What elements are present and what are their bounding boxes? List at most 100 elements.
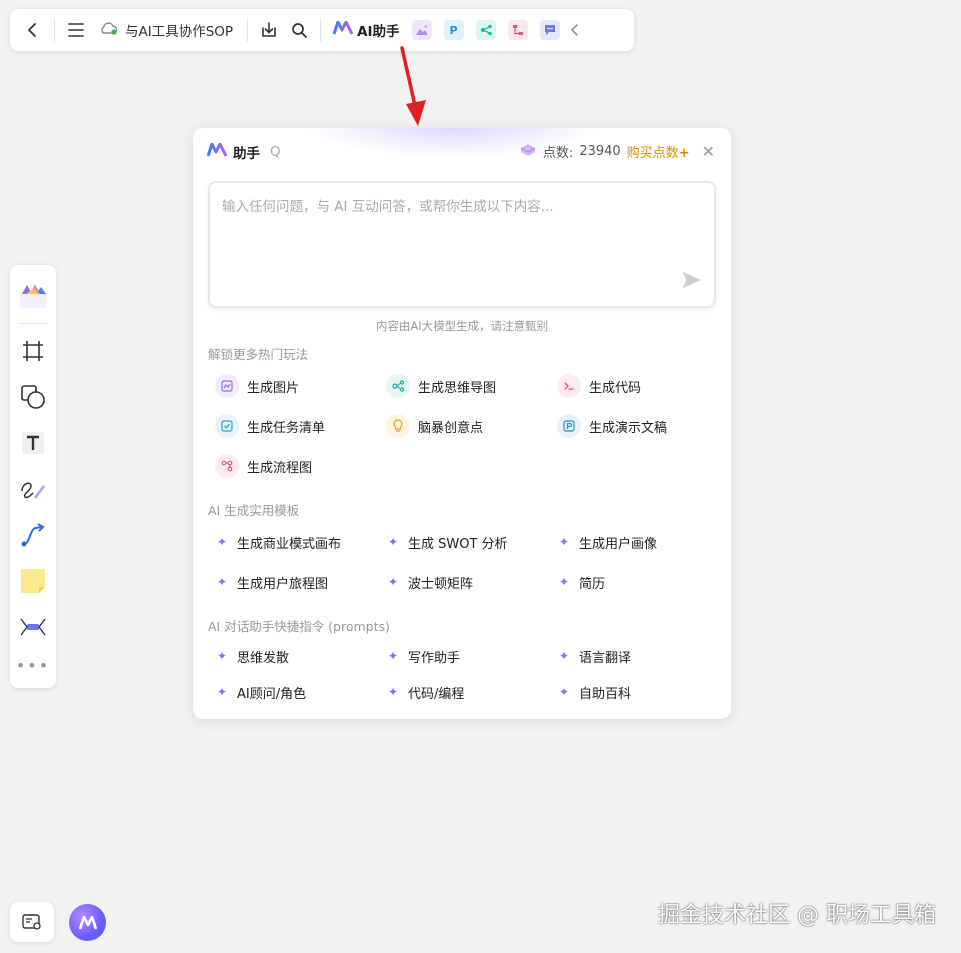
document-title-text: 与AI工具协作SOP [125,24,234,40]
image-icon [215,374,239,398]
close-icon[interactable]: ✕ [702,142,715,161]
templates-grid: ✦ 生成商业模式画布 ✦ 生成 SWOT 分析 ✦ 生成用户画像 ✦ 生成用户旅程图 ✦… [215,524,715,600]
section-prompts-title: AI 对话助手快捷指令 (prompts) [208,619,390,634]
lightbulb-icon [386,414,410,438]
feature-generate-flowchart[interactable]: 生成流程图 [215,446,386,486]
template-item[interactable]: ✦ 生成商业模式画布 [215,524,386,560]
sparkle-icon: ✦ [387,649,399,663]
pen-icon[interactable] [15,471,51,507]
frame-icon[interactable] [15,333,51,369]
sticky-note-icon[interactable] [15,563,51,599]
prompt-label: 思维发散 [237,650,290,666]
template-label: 简历 [579,576,606,592]
sparkle-icon: ✦ [387,685,399,699]
feature-generate-mindmap[interactable]: 生成思维导图 [386,366,557,406]
prompt-item[interactable]: ✦ 思维发散 [215,638,386,674]
cloud-synced-icon [99,21,119,39]
buy-points-label: 购买点数 [626,146,679,161]
prompt-input[interactable] [210,183,714,306]
top-toolbar: 与AI工具协作SOP AI助手 P [10,9,634,51]
prompt-item[interactable]: ✦ AI顾问/角色 [215,674,386,710]
document-title[interactable]: 与AI工具协作SOP [91,20,241,40]
sparkle-icon: ✦ [387,535,399,549]
watermark: 掘金技术社区 @ 职场工具箱 [658,903,936,928]
hot-features-grid: 生成图片 生成思维导图 生成代码 生成任务清单 脑暴创意点 生成演示文稿 生成流… [215,366,715,486]
template-label: 波士顿矩阵 [408,576,474,592]
presentation-icon [557,414,581,438]
ai-logo-icon [332,20,354,39]
points-bar: 点数: 23940 购买点数+ ✕ [519,142,715,161]
more-icon[interactable]: ••• [15,655,51,675]
prompt-label: AI顾问/角色 [237,686,307,702]
points-value: 23940 [579,144,621,159]
template-label: 生成商业模式画布 [237,536,342,552]
sparkle-icon: ✦ [558,575,570,589]
prompt-item[interactable]: ✦ 语言翻译 [557,638,715,674]
template-item[interactable]: ✦ 简历 [557,564,715,600]
shape-icon[interactable] [15,379,51,415]
prompt-item[interactable]: ✦ 代码/编程 [386,674,557,710]
collapse-chevron-icon[interactable] [566,15,584,45]
divider [19,323,47,324]
points-gem-icon [519,143,537,161]
feature-label: 生成演示文稿 [589,420,668,436]
menu-icon[interactable] [61,15,91,45]
prompt-item[interactable]: ✦ 写作助手 [386,638,557,674]
ai-disclaimer: 内容由AI大模型生成，请注意甄别 [375,319,549,333]
sparkle-icon: ✦ [216,649,228,663]
feature-generate-tasklist[interactable]: 生成任务清单 [215,406,386,446]
template-label: 生成用户画像 [579,536,658,552]
checklist-icon [215,414,239,438]
presentation-app-icon[interactable]: P [443,20,464,40]
image-app-icon[interactable] [411,20,432,40]
left-toolbar: ••• [10,265,56,688]
feature-generate-image[interactable]: 生成图片 [215,366,386,406]
mindmap-app-icon[interactable] [475,20,496,40]
back-icon[interactable] [18,15,48,45]
feature-label: 脑暴创意点 [418,420,484,436]
download-icon[interactable] [254,15,284,45]
ai-logo-icon [206,142,228,161]
template-item[interactable]: ✦ 生成 SWOT 分析 [386,524,557,560]
prompt-item[interactable]: ✦ 自助百科 [557,674,715,710]
chat-app-icon[interactable] [539,20,560,40]
feature-label: 生成思维导图 [418,380,497,396]
feature-brainstorm[interactable]: 脑暴创意点 [386,406,557,446]
buy-points-link[interactable]: 购买点数+ [627,142,690,161]
mindmap-tool-icon[interactable] [15,609,51,645]
feature-label: 生成流程图 [247,460,313,476]
sparkle-icon: ✦ [558,649,570,663]
divider [54,18,55,42]
feature-generate-presentation[interactable]: 生成演示文稿 [557,406,715,446]
prompt-label: 语言翻译 [579,650,632,666]
prompt-input-box [208,181,716,308]
panel-title-suffix: Q [270,144,281,160]
flowchart-icon [215,454,239,478]
prompt-label: 代码/编程 [408,686,465,702]
minimap-button[interactable] [10,902,54,942]
buy-points-plus: + [678,146,690,161]
ai-assistant-panel: 助手 Q 点数: 23940 购买点数+ ✕ 内容由AI大模型生成，请注意甄别 … [193,128,731,719]
feature-label: 生成代码 [589,380,642,396]
connector-icon[interactable] [15,517,51,553]
sparkle-icon: ✦ [558,535,570,549]
template-item[interactable]: ✦ 波士顿矩阵 [386,564,557,600]
text-icon[interactable] [15,425,51,461]
code-icon [557,374,581,398]
flowchart-app-icon[interactable] [507,20,528,40]
panel-title: 助手 [233,146,260,162]
ai-assistant-label: AI助手 [357,24,400,40]
feature-generate-code[interactable]: 生成代码 [557,366,715,406]
search-icon[interactable] [284,15,314,45]
prompt-label: 自助百科 [579,686,632,702]
send-icon[interactable] [682,271,702,294]
ai-logo-icon [78,915,97,929]
template-item[interactable]: ✦ 生成用户画像 [557,524,715,560]
section-hot-title: 解锁更多热门玩法 [208,347,309,362]
template-item[interactable]: ✦ 生成用户旅程图 [215,564,386,600]
ai-floating-button[interactable] [69,904,106,941]
sparkle-icon: ✦ [387,575,399,589]
ai-assistant-button[interactable]: AI助手 [327,20,405,40]
templates-icon[interactable] [15,278,51,314]
prompt-label: 写作助手 [408,650,461,666]
